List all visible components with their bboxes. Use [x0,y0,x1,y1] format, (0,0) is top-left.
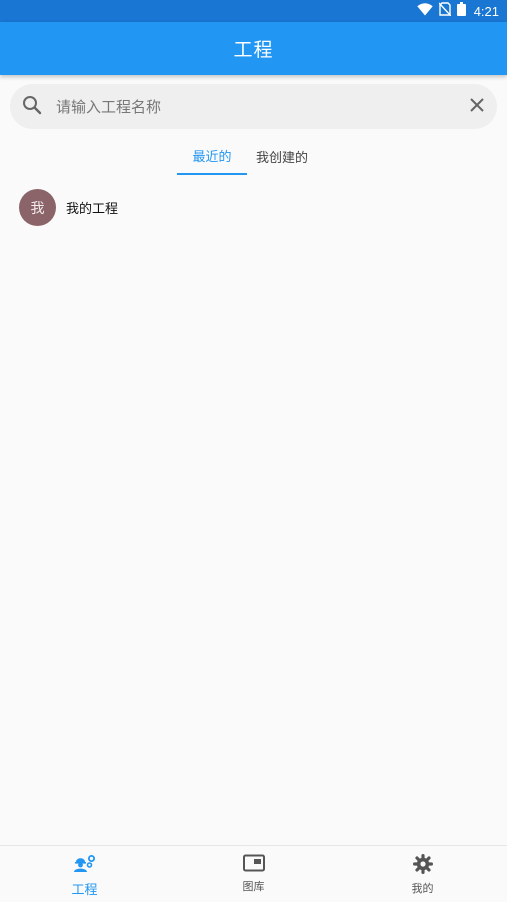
search-bar[interactable]: 请输入工程名称 [10,84,497,129]
app-bar: 工程 [0,22,507,75]
battery-icon [456,2,466,20]
nav-projects-label: 工程 [71,883,98,898]
search-icon [22,95,42,119]
gallery-icon [242,854,265,875]
tab-bar: 最近的 我创建的 [177,138,317,175]
project-list-item[interactable]: 我 我的工程 [19,189,118,226]
nav-mine-label: 我的 [411,882,434,895]
no-sim-icon [438,2,452,20]
nav-mine[interactable]: 我的 [338,846,507,902]
bottom-nav: 工程 图库 我的 [0,845,507,902]
nav-gallery-label: 图库 [242,880,265,893]
clear-icon[interactable] [469,97,485,117]
avatar: 我 [19,189,56,226]
engineer-icon [73,854,96,876]
tab-recent[interactable]: 最近的 [177,138,247,175]
settings-icon [412,854,433,877]
tab-created-by-me[interactable]: 我创建的 [247,138,317,175]
project-name: 我的工程 [66,202,119,217]
page-title: 工程 [233,39,274,61]
wifi-icon [416,2,433,20]
search-input[interactable]: 请输入工程名称 [56,96,469,117]
status-time: 4:21 [473,3,499,19]
status-bar: 4:21 [0,0,507,22]
nav-gallery[interactable]: 图库 [169,846,338,902]
nav-projects[interactable]: 工程 [0,846,169,902]
